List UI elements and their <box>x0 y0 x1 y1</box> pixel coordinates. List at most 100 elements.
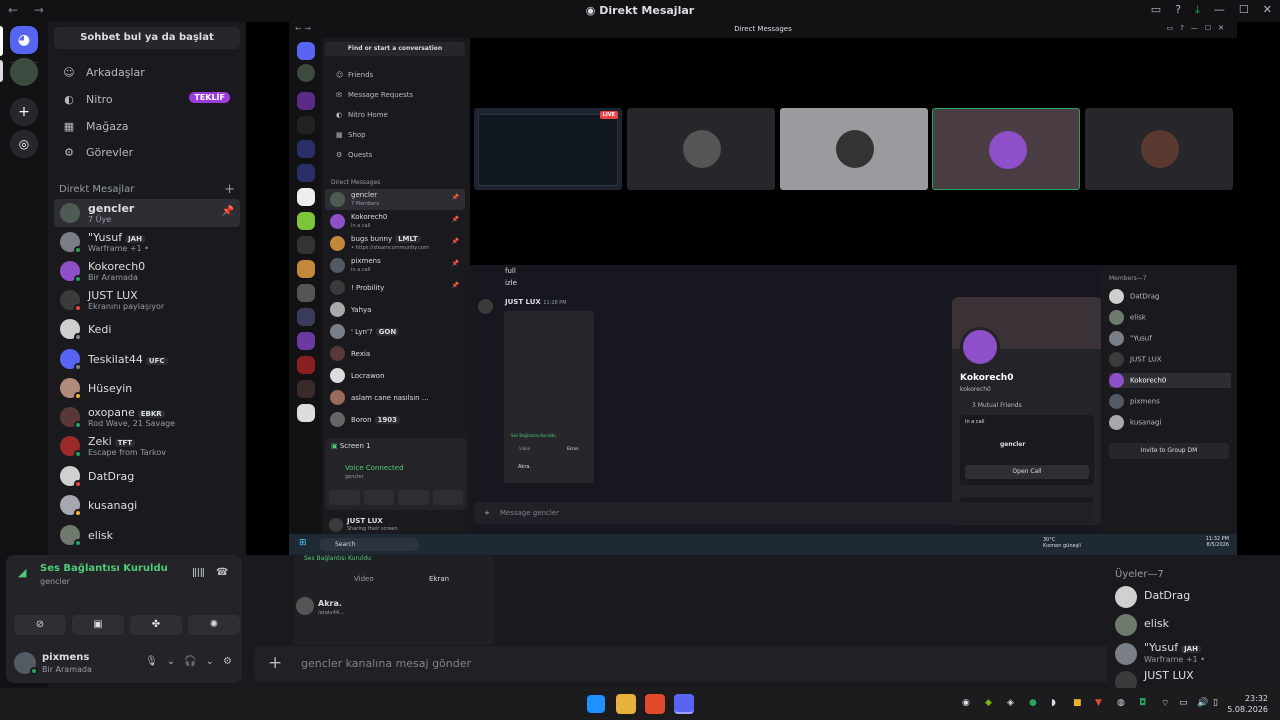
stream-server <box>297 188 315 206</box>
activities-button[interactable]: ✤ <box>130 615 182 635</box>
dm-item-kusanagi[interactable]: kusanagi <box>54 491 240 519</box>
soundboard-icon[interactable]: ǁǀǁ <box>192 567 205 578</box>
nav-shop[interactable]: ▦ Mağaza <box>54 114 240 138</box>
volume-icon[interactable]: 🔊 <box>1197 698 1208 708</box>
nav-friends[interactable]: ☺ Arkadaşlar <box>54 60 240 84</box>
dm-header: Direkt Mesajlar + <box>59 182 235 197</box>
stream-dm: Rexia <box>325 343 465 364</box>
avatar <box>1115 643 1137 665</box>
chevron-down-icon[interactable]: ⌄ <box>206 656 214 667</box>
status-dot <box>74 421 82 429</box>
clan-tag: JAH <box>125 235 145 243</box>
signal-icon[interactable]: ◢ <box>18 566 26 579</box>
dm-item-yusuf[interactable]: "Yusuf JAH Warframe +1 • <box>54 228 240 256</box>
add-dm-icon[interactable]: + <box>224 182 235 197</box>
search-button[interactable]: Sohbet bul ya da başlat <box>54 27 240 49</box>
nvidia-icon[interactable]: ◆ <box>985 698 992 708</box>
chevron-down-icon[interactable]: ⌄ <box>167 656 175 667</box>
tray-icon[interactable]: ◈ <box>1007 698 1014 708</box>
discord-home-icon[interactable]: ◕ <box>10 26 38 54</box>
stream-mini-user: Akra. <box>518 464 532 470</box>
dm-item-oxopane[interactable]: oxopane EBKR Rod Wave, 21 Savage <box>54 403 240 431</box>
tray-icon[interactable]: ◉ <box>962 698 970 708</box>
headphones-icon[interactable]: 🎧 <box>184 656 196 667</box>
voice-channel[interactable]: gencler <box>40 577 70 586</box>
member-elisk[interactable]: elisk <box>1115 612 1280 638</box>
explore-icon[interactable]: ◎ <box>10 130 38 158</box>
quests-icon: ⚙ <box>64 145 74 159</box>
start-icon[interactable] <box>587 695 605 713</box>
close-icon[interactable]: ✕ <box>1263 3 1272 17</box>
download-icon[interactable]: ⤓ <box>1195 3 1200 17</box>
status-dot <box>74 392 82 400</box>
stream-profile-popup: Kokorech0 kokorech0 3 Mutual Friends In … <box>952 297 1102 525</box>
dm-item-just-lux[interactable]: JUST LUX Ekranını paylaşıyor <box>54 286 240 314</box>
stream-server <box>297 380 315 398</box>
system-clock[interactable]: 23:32 5.08.2026 <box>1227 693 1268 715</box>
network-icon[interactable]: ▭ <box>1179 698 1188 708</box>
stream-dm: Locrawon <box>325 365 465 386</box>
discord-app-icon[interactable] <box>674 694 694 714</box>
window-title: ◉ Direkt Mesajlar <box>585 4 695 17</box>
tray-icon[interactable]: ● <box>1029 698 1037 708</box>
dm-item-teskilat44[interactable]: Teskilat44 UFC <box>54 345 240 373</box>
stream-user-panel: JUST LUX Sharing their screen <box>325 516 467 534</box>
tray-icon[interactable]: ▼ <box>1095 698 1102 708</box>
maximize-icon[interactable]: ☐ <box>1239 3 1249 17</box>
dm-item-elisk[interactable]: elisk <box>54 521 240 549</box>
brave-browser-icon[interactable] <box>645 694 665 714</box>
disconnect-icon[interactable]: ☎ <box>216 567 228 578</box>
inbox-icon[interactable]: ▭ <box>1151 3 1161 17</box>
stream-member-list: Members—7 DatDrag elisk "Yusuf JUST LUX … <box>1101 271 1237 534</box>
tray-icon[interactable]: ◘ <box>1139 698 1146 708</box>
dm-item-datdrag[interactable]: DatDrag <box>54 462 240 490</box>
screen-share-icon: ▣ <box>93 619 103 630</box>
stream-server <box>297 332 315 350</box>
stream-nav-item: ◐ Nitro Home <box>336 111 388 119</box>
wifi-icon[interactable]: ⌔ <box>1161 698 1169 709</box>
soundboard-button[interactable]: ✺ <box>188 615 240 635</box>
attach-icon[interactable]: + <box>268 653 282 673</box>
battery-icon[interactable]: ▯ <box>1213 698 1218 708</box>
message-placeholder[interactable]: gencler kanalına mesaj gönder <box>301 657 471 670</box>
dm-item-kedi[interactable]: Kedi <box>54 315 240 343</box>
stream-clock: 11:32 PM 8/5/2026 <box>1205 536 1229 548</box>
soundboard-icon: ✺ <box>209 619 219 630</box>
pin-icon[interactable]: 📌 <box>222 206 234 217</box>
member-yusuf[interactable]: "Yusuf JAH Warframe +1 • <box>1115 641 1280 667</box>
member-datdrag[interactable]: DatDrag <box>1115 584 1280 610</box>
screen-share-stream[interactable]: ← → Direct Messages ▭?—☐✕ Find or start … <box>246 22 1280 555</box>
dm-item-huseyin[interactable]: Hüseyin <box>54 374 240 402</box>
dm-item-zeki[interactable]: Zeki TFT Escape from Tarkov <box>54 432 240 460</box>
file-explorer-icon[interactable] <box>616 694 636 714</box>
microphone-icon[interactable]: 🎙 <box>145 656 158 667</box>
tray-icon[interactable]: ◍ <box>1117 698 1125 708</box>
settings-icon[interactable]: ⚙ <box>223 656 232 667</box>
tray-icon[interactable]: ◗ <box>1051 698 1056 708</box>
dm-item-gencler[interactable]: gencler 7 Üye 📌 <box>54 199 240 227</box>
friends-icon: ☺ <box>63 65 75 79</box>
add-server-icon[interactable]: + <box>10 98 38 126</box>
minimize-icon[interactable]: — <box>1214 3 1225 17</box>
screen-share-button[interactable]: ▣ <box>72 615 124 635</box>
clan-tag: JAH <box>1181 645 1201 653</box>
stream-dm-header: Direct Messages <box>331 179 381 186</box>
status-dot <box>74 304 82 312</box>
server-avatar[interactable] <box>10 58 38 86</box>
stream-titlebar: ← → Direct Messages ▭?—☐✕ <box>289 22 1237 38</box>
help-icon[interactable]: ? <box>1175 3 1181 17</box>
dm-item-kokorech0[interactable]: Kokorech0 Bir Aramada <box>54 257 240 285</box>
stream-search: Find or start a conversation <box>325 42 465 56</box>
member-list-header: Üyeler—7 <box>1115 569 1164 580</box>
member-list: Üyeler—7 DatDrag elisk "Yusuf JAH Warfram… <box>1107 563 1280 693</box>
avatar <box>1115 586 1137 608</box>
stream-nav-item: ⚙ Quests <box>336 151 373 159</box>
username[interactable]: pixmens <box>42 652 89 663</box>
stream-taskbar-search: Search <box>319 538 419 551</box>
tray-icon[interactable]: ■ <box>1073 698 1082 708</box>
stream-mini-voice: Ses Bağlantısı Kuruldu <box>511 433 556 438</box>
nav-nitro[interactable]: ◐ Nitro TEKLİF <box>54 87 240 111</box>
nav-quests[interactable]: ⚙ Görevler <box>54 140 240 164</box>
camera-button[interactable]: ⊘ <box>14 615 66 635</box>
voice-status[interactable]: Ses Bağlantısı Kuruldu <box>40 563 168 574</box>
